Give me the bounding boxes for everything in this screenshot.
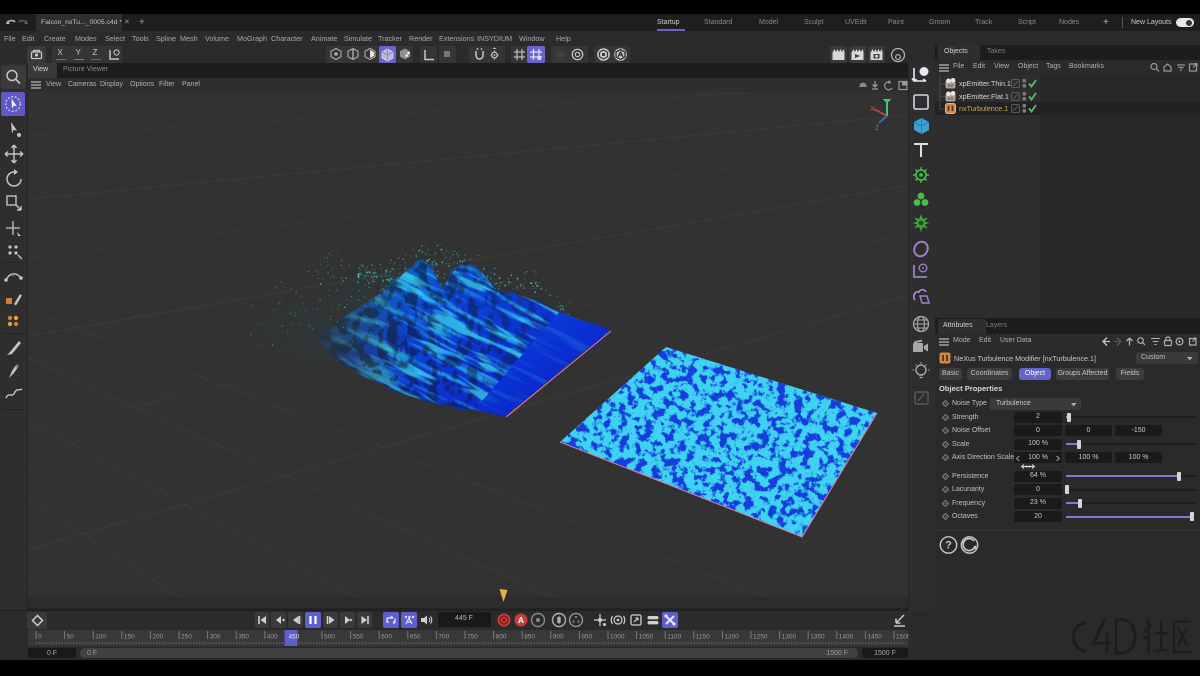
svg-text:Z: Z [875,125,880,132]
svg-text:200: 200 [152,634,163,641]
svg-text:500: 500 [324,634,335,641]
svg-text:1350: 1350 [810,634,825,641]
svg-text:400: 400 [267,634,278,641]
svg-text:350: 350 [238,634,249,641]
svg-text:550: 550 [353,634,364,641]
svg-text:1300: 1300 [782,634,797,641]
svg-text:150: 150 [124,634,135,641]
svg-text:300: 300 [210,634,221,641]
svg-text:1250: 1250 [753,634,768,641]
svg-text:1450: 1450 [867,634,882,641]
svg-text:800: 800 [496,634,507,641]
svg-text:1050: 1050 [639,634,654,641]
svg-text:1400: 1400 [839,634,854,641]
svg-text:1150: 1150 [696,634,710,641]
svg-text:50: 50 [67,634,75,641]
svg-text:1200: 1200 [724,634,739,641]
svg-text:1000: 1000 [610,634,625,641]
svg-text:A: A [518,615,524,625]
svg-text:?: ? [945,540,952,552]
svg-text:X: X [870,106,875,113]
svg-text:1100: 1100 [667,634,681,641]
svg-text:1500: 1500 [896,634,909,641]
svg-text:850: 850 [524,634,535,641]
svg-text:950: 950 [581,634,592,641]
svg-text:600: 600 [381,634,392,641]
svg-text:100: 100 [95,634,106,641]
svg-text:450: 450 [289,634,300,641]
svg-text:250: 250 [181,634,192,641]
svg-text:0: 0 [38,634,42,641]
svg-text:700: 700 [438,634,449,641]
svg-text:900: 900 [553,634,564,641]
svg-text:650: 650 [410,634,421,641]
svg-text:750: 750 [467,634,478,641]
